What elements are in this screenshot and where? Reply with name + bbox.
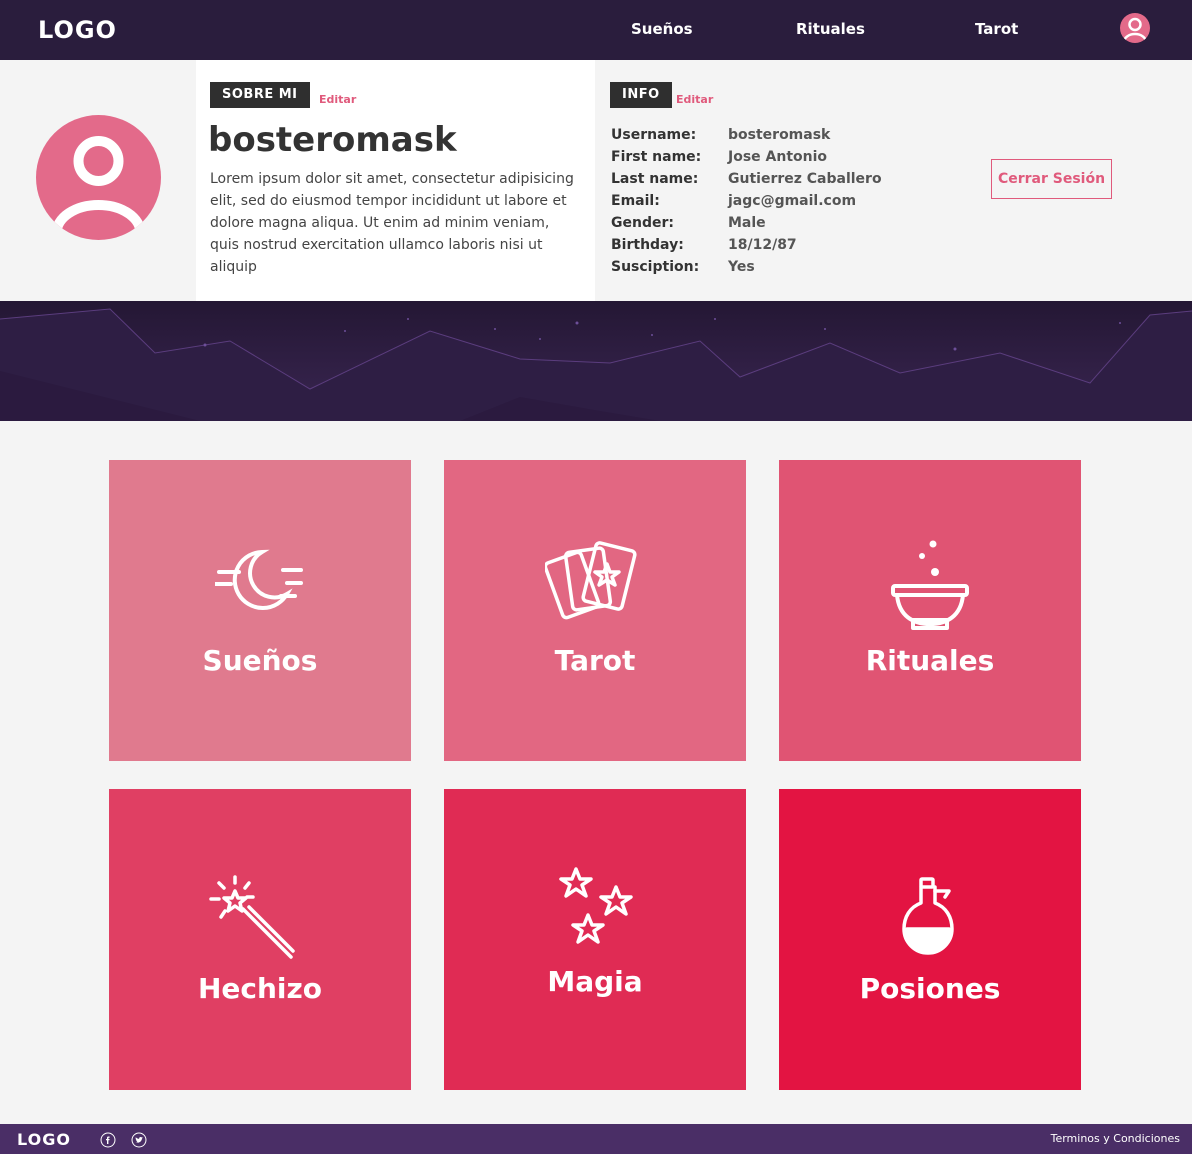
tile-rituales[interactable]: Rituales [779,460,1081,761]
user-avatar-icon[interactable] [1119,12,1151,44]
info-table: Username: bosteromask First name: Jose Ant… [611,124,882,278]
info-label: Susciption: [611,259,700,275]
info-value: bosteromask [728,127,831,143]
tile-label: Tarot [554,644,636,677]
tile-label: Posiones [859,972,1001,1005]
terms-link[interactable]: Terminos y Condiciones [1051,1132,1180,1145]
tile-tarot[interactable]: Tarot [444,460,746,761]
magic-wand-icon [209,875,295,959]
cauldron-icon [891,540,969,630]
info-row: Username: bosteromask [611,124,882,146]
info-label: First name: [611,149,702,165]
tile-label: Sueños [202,644,318,677]
about-edit-link[interactable]: Editar [319,93,356,106]
twitter-icon[interactable] [131,1132,147,1148]
info-value: Jose Antonio [728,149,828,165]
moon-icon [215,549,303,610]
info-value: Yes [728,259,755,275]
info-value: Gutierrez Caballero [728,171,882,187]
tile-hechizo[interactable]: Hechizo [109,789,411,1090]
nav-link-rituales[interactable]: Rituales [796,20,865,38]
info-value: Male [728,215,766,231]
info-row: First name: Jose Antonio [611,146,882,168]
tile-posiones[interactable]: Posiones [779,789,1081,1090]
top-navbar: LOGO Sueños Rituales Tarot [0,0,1192,60]
info-edit-link[interactable]: Editar [676,93,713,106]
info-row: Birthday: 18/12/87 [611,234,882,256]
info-row: Last name: Gutierrez Caballero [611,168,882,190]
info-label: Last name: [611,171,699,187]
facebook-icon[interactable] [100,1132,116,1148]
tile-label: Magia [547,965,643,998]
profile-section: SOBRE MI Editar bosteromask Lorem ipsum … [0,60,1192,301]
tile-label: Rituales [865,644,995,677]
nav-link-tarot[interactable]: Tarot [975,20,1018,38]
tile-label: Hechizo [197,972,323,1005]
tile-suenos[interactable]: Sueños [109,460,411,761]
nav-link-suenos[interactable]: Sueños [631,20,693,38]
info-row: Email: jagc@gmail.com [611,190,882,212]
info-label: Email: [611,193,660,209]
about-panel: SOBRE MI Editar bosteromask Lorem ipsum … [196,60,595,301]
stars-icon [559,867,633,944]
info-row: Gender: Male [611,212,882,234]
info-row: Susciption: Yes [611,256,882,278]
tarot-cards-icon [545,541,637,620]
mountain-banner [0,301,1192,421]
footer: LOGO Terminos y Condiciones [0,1124,1192,1154]
footer-logo[interactable]: LOGO [17,1130,71,1149]
profile-avatar-icon [36,115,161,240]
info-value: jagc@gmail.com [728,193,857,209]
info-label: Username: [611,127,697,143]
info-value: 18/12/87 [728,237,797,253]
tile-magia[interactable]: Magia [444,789,746,1090]
info-tag: INFO [610,82,672,108]
logout-button[interactable]: Cerrar Sesión [991,159,1112,199]
info-label: Birthday: [611,237,684,253]
about-tag: SOBRE MI [210,82,310,108]
header-logo[interactable]: LOGO [38,16,117,44]
info-label: Gender: [611,215,674,231]
profile-username: bosteromask [208,120,457,160]
potion-icon [902,877,954,955]
about-description: Lorem ipsum dolor sit amet, consectetur … [210,171,574,275]
